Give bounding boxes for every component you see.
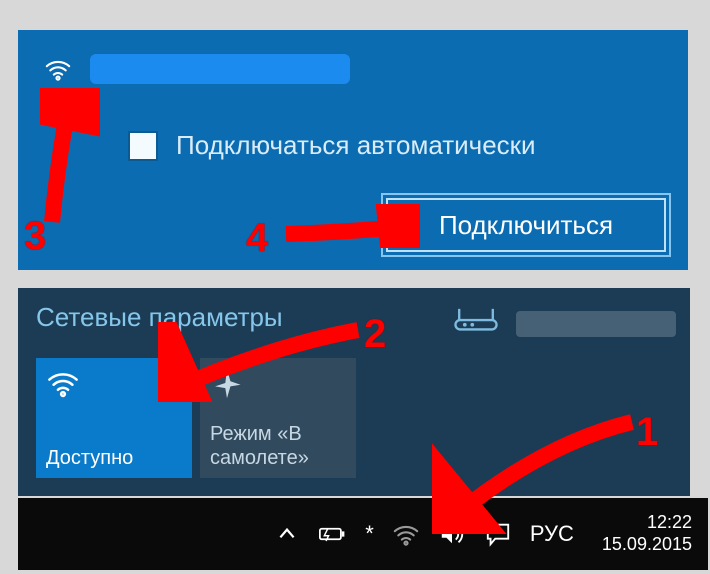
router-row xyxy=(448,306,676,341)
annotation-arrow-2 xyxy=(158,322,368,402)
network-tray-icon[interactable] xyxy=(392,520,420,548)
connect-automatically-row[interactable]: Подключаться автоматически xyxy=(128,130,536,161)
connect-automatically-label: Подключаться автоматически xyxy=(176,130,536,161)
chevron-up-icon[interactable] xyxy=(273,520,301,548)
annotation-number-4: 4 xyxy=(246,216,268,261)
wifi-icon xyxy=(44,55,72,83)
connect-automatically-checkbox[interactable] xyxy=(128,131,158,161)
router-icon xyxy=(448,306,504,341)
airplane-tile-label: Режим «В самолете» xyxy=(210,422,309,470)
connect-button[interactable]: Подключиться xyxy=(386,198,666,252)
network-name-redacted xyxy=(90,54,350,84)
asterisk-icon: * xyxy=(365,521,374,547)
annotation-arrow-4 xyxy=(280,204,420,248)
wifi-tile-label: Доступно xyxy=(46,446,133,470)
annotation-arrow-1 xyxy=(432,414,642,534)
clock-date: 15.09.2015 xyxy=(602,534,692,556)
annotation-number-2: 2 xyxy=(364,312,386,357)
network-row[interactable] xyxy=(44,54,350,84)
router-name-redacted xyxy=(516,311,676,337)
annotation-arrow-3 xyxy=(40,88,100,228)
annotation-number-3: 3 xyxy=(24,214,46,259)
battery-icon[interactable] xyxy=(319,520,347,548)
connect-button-label: Подключиться xyxy=(439,210,613,241)
annotation-number-1: 1 xyxy=(636,410,658,455)
wifi-icon xyxy=(46,366,80,406)
